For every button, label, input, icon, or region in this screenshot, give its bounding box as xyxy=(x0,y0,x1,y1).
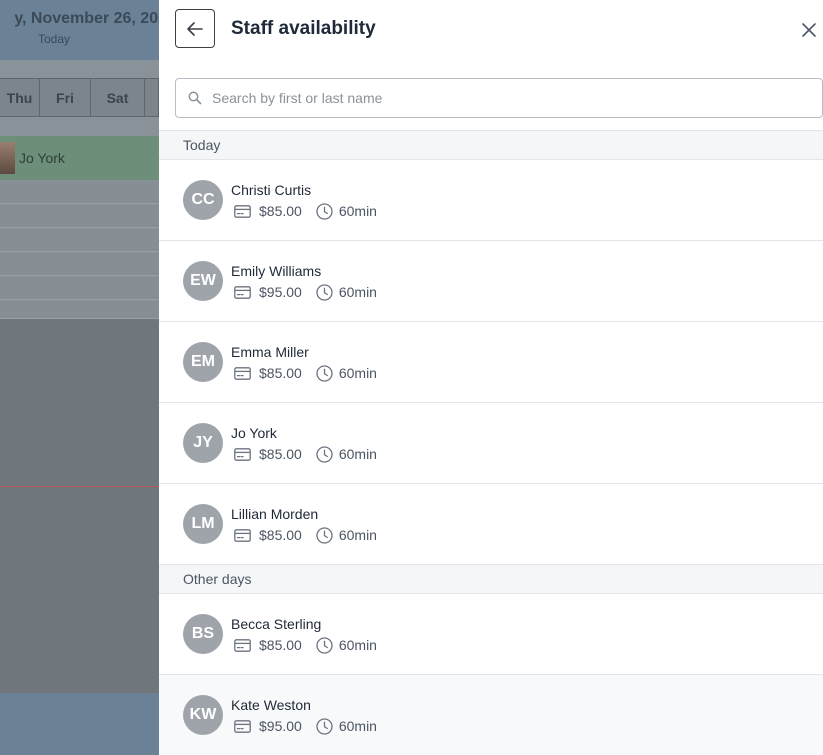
avatar: KW xyxy=(183,695,223,735)
staff-meta: $85.00 60min xyxy=(234,364,377,382)
staff-row-emma-miller[interactable]: EM Emma Miller $85.00 60min xyxy=(159,322,823,403)
staff-name: Emily Williams xyxy=(231,263,322,279)
section-header-today: Today xyxy=(159,130,823,160)
calendar-slot xyxy=(0,277,159,300)
avatar: BS xyxy=(183,614,223,654)
search-icon xyxy=(188,91,202,105)
avatar: LM xyxy=(183,504,223,544)
staff-name: Jo York xyxy=(231,425,277,441)
staff-meta: $85.00 60min xyxy=(234,636,377,654)
staff-availability-panel: Staff availability Today CC Christi Curt… xyxy=(159,0,823,755)
calendar-background: y, November 26, 202 Today Thu Fri Sat Jo… xyxy=(0,0,159,755)
staff-price: $95.00 xyxy=(259,718,302,734)
current-time-line xyxy=(0,486,159,487)
card-icon xyxy=(234,528,251,542)
card-icon xyxy=(234,719,251,733)
arrow-left-icon xyxy=(187,21,203,36)
calendar-date: y, November 26, 202 xyxy=(14,10,159,27)
calendar-unavailable-block xyxy=(0,319,159,693)
staff-name: Emma Miller xyxy=(231,344,309,360)
staff-meta: $85.00 60min xyxy=(234,526,377,544)
avatar: CC xyxy=(183,180,223,220)
card-icon xyxy=(234,285,251,299)
section-header-other-days: Other days xyxy=(159,564,823,594)
calendar-slot xyxy=(0,253,159,276)
day-sat: Sat xyxy=(91,79,145,116)
staff-duration: 60min xyxy=(338,446,377,462)
calendar-booking: Jo York xyxy=(0,136,159,180)
section-label: Other days xyxy=(183,571,252,587)
staff-meta: $85.00 60min xyxy=(234,445,377,463)
clock-icon xyxy=(316,445,333,463)
panel-header: Staff availability xyxy=(159,0,823,60)
card-icon xyxy=(234,366,251,380)
calendar-header: y, November 26, 202 Today xyxy=(0,0,159,60)
avatar: EW xyxy=(183,261,223,301)
calendar-footer xyxy=(0,693,159,755)
search-box xyxy=(175,78,823,118)
staff-duration: 60min xyxy=(338,637,377,653)
staff-meta: $85.00 60min xyxy=(234,202,377,220)
card-icon xyxy=(234,204,251,218)
staff-meta: $95.00 60min xyxy=(234,717,377,735)
panel-title: Staff availability xyxy=(231,18,376,39)
staff-price: $85.00 xyxy=(259,446,302,462)
calendar-slot xyxy=(0,229,159,252)
staff-duration: 60min xyxy=(338,527,377,543)
clock-icon xyxy=(316,202,333,220)
close-icon xyxy=(802,23,816,37)
staff-name: Becca Sterling xyxy=(231,616,322,632)
staff-row-emily-williams[interactable]: EW Emily Williams $95.00 60min xyxy=(159,241,823,322)
staff-price: $85.00 xyxy=(259,203,302,219)
avatar: EM xyxy=(183,342,223,382)
calendar-slot xyxy=(0,181,159,204)
calendar-slot xyxy=(0,301,159,319)
card-icon xyxy=(234,638,251,652)
staff-name: Kate Weston xyxy=(231,697,311,713)
day-thu: Thu xyxy=(0,79,40,116)
calendar-day-header: Thu Fri Sat xyxy=(0,78,159,117)
clock-icon xyxy=(316,717,333,735)
staff-duration: 60min xyxy=(338,718,377,734)
card-icon xyxy=(234,447,251,461)
staff-price: $85.00 xyxy=(259,365,302,381)
avatar: JY xyxy=(183,423,223,463)
staff-duration: 60min xyxy=(338,365,377,381)
clock-icon xyxy=(316,283,333,301)
section-label: Today xyxy=(183,137,221,153)
staff-row-lillian-morden[interactable]: LM Lillian Morden $85.00 60min xyxy=(159,484,823,565)
staff-name: Lillian Morden xyxy=(231,506,319,522)
day-fri: Fri xyxy=(40,79,91,116)
staff-duration: 60min xyxy=(338,203,377,219)
back-button[interactable] xyxy=(175,9,215,48)
staff-price: $95.00 xyxy=(259,284,302,300)
clock-icon xyxy=(316,526,333,544)
staff-price: $85.00 xyxy=(259,637,302,653)
staff-row-kate-weston[interactable]: KW Kate Weston $95.00 60min xyxy=(159,675,823,755)
day-next xyxy=(145,79,159,116)
close-button[interactable] xyxy=(799,20,819,40)
staff-duration: 60min xyxy=(338,284,377,300)
booking-avatar xyxy=(0,142,15,174)
clock-icon xyxy=(316,364,333,382)
staff-name: Christi Curtis xyxy=(231,182,312,198)
clock-icon xyxy=(316,636,333,654)
staff-meta: $95.00 60min xyxy=(234,283,377,301)
staff-price: $85.00 xyxy=(259,527,302,543)
calendar-today-label: Today xyxy=(38,32,71,46)
search-input[interactable] xyxy=(212,79,812,117)
staff-row-becca-sterling[interactable]: BS Becca Sterling $85.00 60min xyxy=(159,594,823,675)
staff-row-jo-york[interactable]: JY Jo York $85.00 60min xyxy=(159,403,823,484)
staff-row-christi-curtis[interactable]: CC Christi Curtis $85.00 60min xyxy=(159,160,823,241)
booking-name: Jo York xyxy=(19,150,65,166)
calendar-slot xyxy=(0,205,159,228)
